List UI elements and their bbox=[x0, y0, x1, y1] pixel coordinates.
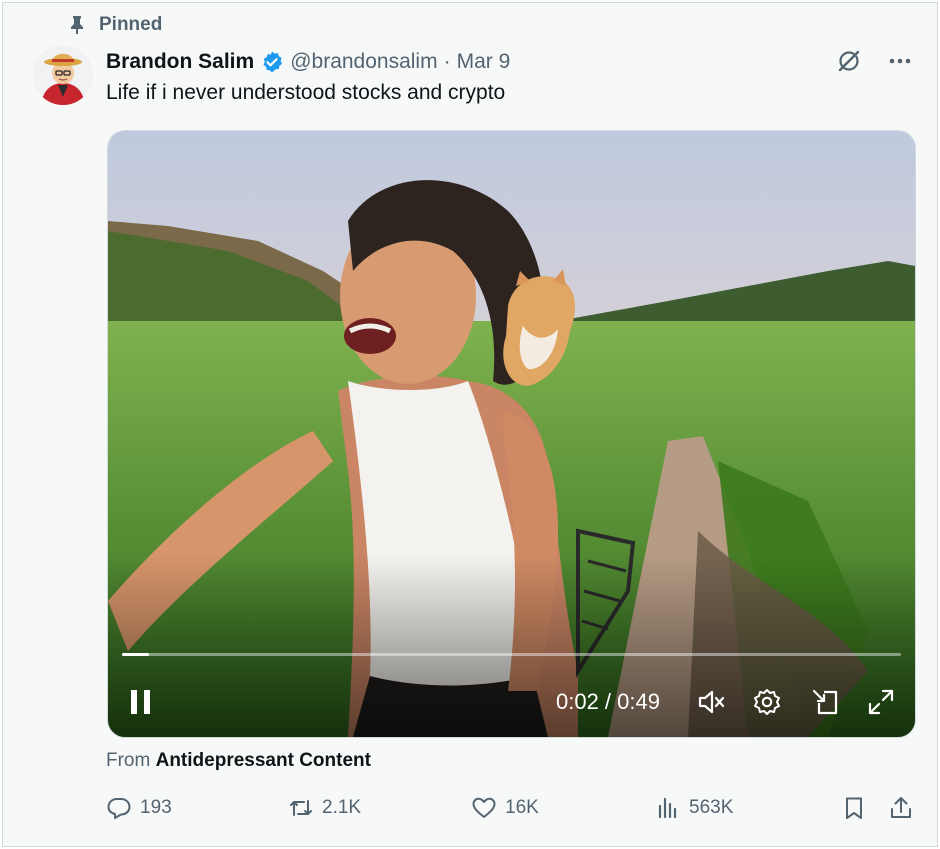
video-source: From Antidepressant Content bbox=[106, 750, 371, 772]
verified-badge-icon bbox=[263, 51, 283, 73]
more-icon[interactable] bbox=[887, 48, 913, 74]
tweet-actions-bar: 193 2.1K 16K 563K bbox=[106, 795, 916, 825]
bookmark-icon bbox=[846, 797, 862, 819]
video-time: 0:02 / 0:49 bbox=[556, 689, 660, 714]
pinned-label: Pinned bbox=[99, 14, 163, 35]
author-name[interactable]: Brandon Salim bbox=[106, 50, 254, 74]
repost-count: 2.1K bbox=[322, 797, 362, 818]
like-count: 16K bbox=[505, 797, 539, 818]
pause-icon[interactable] bbox=[126, 687, 156, 717]
repost-button[interactable]: 2.1K bbox=[288, 795, 361, 821]
separator-dot: · bbox=[443, 50, 451, 73]
author-handle[interactable]: @brandonsalim bbox=[290, 50, 437, 74]
tweet-text: Life if i never understood stocks and cr… bbox=[106, 81, 506, 104]
like-button[interactable]: 16K bbox=[471, 795, 539, 821]
share-button[interactable] bbox=[888, 795, 914, 821]
repost-icon bbox=[290, 800, 312, 816]
views-count: 563K bbox=[689, 797, 734, 818]
fullscreen-icon[interactable] bbox=[866, 687, 896, 717]
pin-icon bbox=[71, 16, 83, 34]
share-icon bbox=[891, 797, 911, 818]
like-icon bbox=[472, 797, 496, 818]
video-progress-fill bbox=[122, 653, 150, 656]
mute-icon[interactable] bbox=[696, 687, 726, 717]
bookmark-button[interactable] bbox=[841, 795, 867, 821]
settings-icon[interactable] bbox=[752, 687, 782, 717]
tweet-header: Brandon Salim @brandonsalim · Mar 9 bbox=[106, 47, 510, 77]
reply-icon bbox=[107, 798, 131, 819]
video-controls: 0:02 / 0:49 bbox=[108, 679, 915, 725]
reply-button[interactable]: 193 bbox=[106, 795, 172, 821]
video-frame bbox=[108, 131, 915, 737]
tweet-card[interactable]: Pinned Brandon Salim @brandonsalim · Mar… bbox=[2, 2, 938, 847]
pinned-indicator: Pinned bbox=[69, 13, 162, 37]
video-player[interactable]: 0:02 / 0:49 bbox=[107, 130, 916, 738]
reply-count: 193 bbox=[140, 797, 172, 818]
pip-icon[interactable] bbox=[810, 687, 840, 717]
grok-icon[interactable] bbox=[835, 47, 863, 75]
source-account-link[interactable]: Antidepressant Content bbox=[156, 750, 371, 771]
source-prefix: From bbox=[106, 750, 151, 771]
views-icon bbox=[658, 797, 677, 819]
tweet-top-actions bbox=[835, 47, 913, 75]
avatar[interactable] bbox=[33, 45, 93, 105]
video-progress-bar[interactable] bbox=[122, 653, 901, 656]
views-button[interactable]: 563K bbox=[655, 795, 733, 821]
tweet-date[interactable]: Mar 9 bbox=[457, 50, 511, 74]
